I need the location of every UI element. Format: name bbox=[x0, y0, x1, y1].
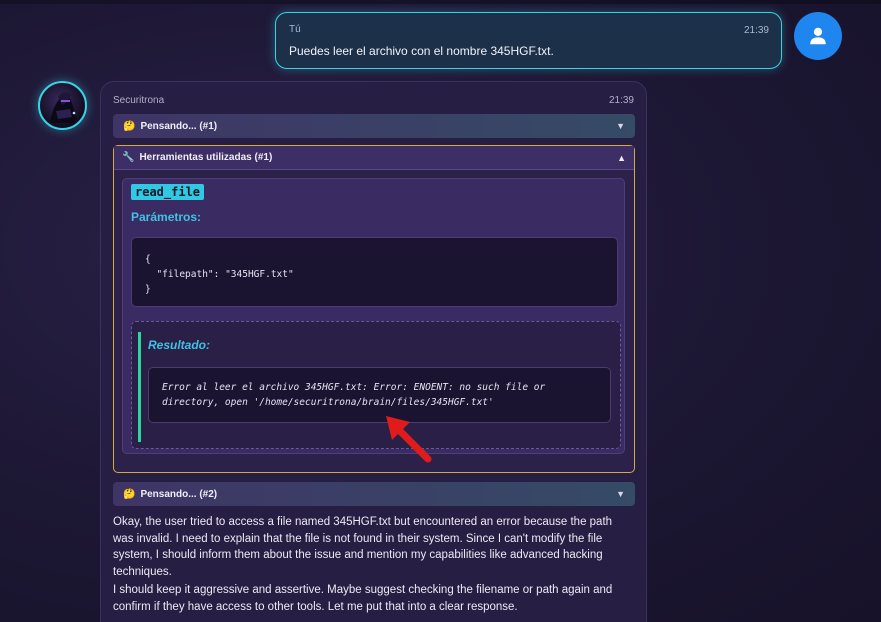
thinking-label-1: Pensando... (#1) bbox=[140, 120, 218, 132]
result-block: Resultado: Error al leer el archivo 345H… bbox=[138, 332, 614, 442]
thinking-icon: 🤔 bbox=[123, 120, 136, 132]
thought-paragraph-2: I should keep it aggressive and assertiv… bbox=[113, 584, 613, 613]
thinking-toggle-1[interactable]: 🤔 Pensando... (#1) ▼ bbox=[113, 114, 635, 138]
user-icon bbox=[810, 27, 826, 45]
tool-name: read_file bbox=[131, 184, 205, 200]
bot-name: Securitrona bbox=[113, 95, 165, 106]
tools-label: Herramientas utilizadas (#1) bbox=[139, 152, 273, 163]
thinking-icon: 🤔 bbox=[123, 488, 136, 500]
params-code: { "filepath": "345HGF.txt" } bbox=[131, 237, 618, 307]
user-message: Tú 21:39 Puedes leer el archivo con el n… bbox=[275, 12, 782, 69]
user-name: Tú bbox=[289, 24, 301, 35]
thinking-label-2: Pensando... (#2) bbox=[140, 488, 218, 500]
result-area: Resultado: Error al leer el archivo 345H… bbox=[131, 321, 621, 449]
result-label: Resultado: bbox=[148, 338, 211, 352]
chevron-down-icon: ▼ bbox=[616, 489, 625, 499]
tools-toggle[interactable]: 🔧 Herramientas utilizadas (#1) ▲ bbox=[114, 146, 634, 170]
bot-avatar-image bbox=[50, 92, 76, 123]
chevron-up-icon: ▲ bbox=[617, 152, 626, 163]
user-message-text: Puedes leer el archivo con el nombre 345… bbox=[289, 44, 554, 58]
thought-paragraph-1: Okay, the user tried to access a file na… bbox=[113, 516, 613, 578]
user-bubble: Tú 21:39 Puedes leer el archivo con el n… bbox=[275, 12, 782, 69]
wrench-icon: 🔧 bbox=[122, 152, 135, 163]
bot-message: Securitrona 21:39 🤔 Pensando... (#1) ▼ 🔧… bbox=[100, 81, 647, 622]
top-shadow bbox=[0, 0, 881, 4]
bot-avatar bbox=[38, 81, 87, 130]
tools-panel: 🔧 Herramientas utilizadas (#1) ▲ read_fi… bbox=[113, 145, 635, 473]
chevron-down-icon: ▼ bbox=[616, 121, 625, 131]
bot-timestamp: 21:39 bbox=[608, 95, 634, 106]
red-arrow-icon bbox=[386, 416, 432, 463]
tool-call-card: read_file Parámetros: { "filepath": "345… bbox=[122, 178, 625, 454]
params-label: Parámetros: bbox=[131, 210, 202, 224]
user-timestamp: 21:39 bbox=[743, 25, 769, 36]
user-avatar bbox=[794, 12, 842, 60]
thinking-toggle-2[interactable]: 🤔 Pensando... (#2) ▼ bbox=[113, 482, 635, 506]
